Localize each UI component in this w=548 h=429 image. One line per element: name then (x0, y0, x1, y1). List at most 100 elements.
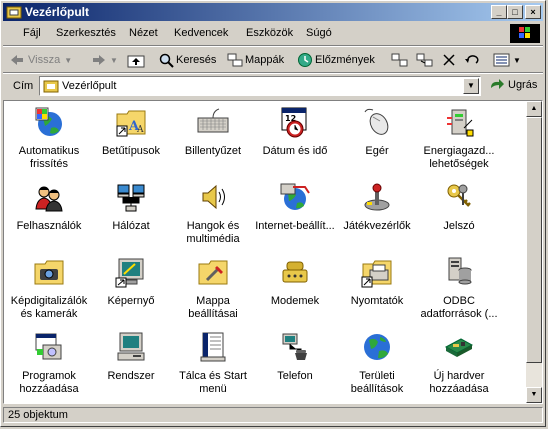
scroll-down-button[interactable]: ▼ (526, 387, 542, 403)
joystick-icon (364, 183, 390, 211)
forward-button[interactable]: ▼ (91, 51, 118, 69)
views-icon (493, 53, 510, 67)
undo-button[interactable] (464, 51, 480, 69)
item-label: Internet-beállít... (255, 220, 335, 232)
item-label: Hálózat (112, 220, 150, 232)
go-arrow-icon (491, 79, 504, 89)
item-system[interactable]: Rendszer (90, 331, 172, 383)
add-programs-icon (35, 333, 62, 360)
scroll-thumb[interactable] (526, 117, 542, 363)
window-title: Vezérlőpult (25, 5, 90, 19)
menu-favorites[interactable]: Kedvencek (174, 27, 228, 39)
folders-button[interactable]: Mappák (227, 51, 284, 69)
views-button[interactable]: ▼ (493, 51, 521, 69)
item-date-time[interactable]: 12 Dátum és idő (254, 106, 336, 158)
keys-icon (447, 184, 471, 207)
history-button[interactable]: Előzmények (297, 51, 375, 69)
go-label: Ugrás (508, 79, 538, 91)
address-input[interactable]: Vezérlőpult ▼ (39, 76, 481, 96)
undo-icon (465, 55, 479, 64)
globe-icon (364, 334, 390, 360)
move-to-icon (391, 53, 408, 67)
item-label: Energiagazd... lehetőségek (423, 145, 495, 170)
display-icon (115, 258, 144, 288)
folder-options-icon (198, 260, 228, 285)
item-scanners-cameras[interactable]: Képdigitalizálók és kamerák (8, 256, 90, 321)
explorer-window: Vezérlőpult _ □ × Fájl Szerkesztés Nézet… (0, 0, 546, 427)
network-icon (117, 184, 145, 212)
item-mouse[interactable]: Egér (336, 106, 418, 158)
control-panel-icon (6, 6, 22, 19)
minimize-button[interactable]: _ (491, 5, 507, 19)
item-users[interactable]: Felhasználók (8, 181, 90, 233)
item-label: Dátum és idő (262, 145, 328, 157)
item-display[interactable]: Képernyő (90, 256, 172, 308)
users-icon (35, 186, 63, 212)
vertical-scrollbar[interactable]: ▲ ▼ (526, 101, 542, 403)
item-label: Hangok és multimédia (186, 220, 240, 245)
back-arrow-icon (11, 55, 23, 65)
menu-help[interactable]: Súgó (306, 27, 332, 39)
menu-edit[interactable]: Szerkesztés (56, 27, 116, 39)
search-button[interactable]: Keresés (158, 51, 216, 69)
close-button[interactable]: × (525, 5, 541, 19)
item-telephony[interactable]: Telefon (254, 331, 336, 383)
item-regional-settings[interactable]: Területi beállítások (336, 331, 418, 396)
item-printers[interactable]: Nyomtatók (336, 256, 418, 308)
item-label: Játékvezérlők (343, 220, 411, 232)
item-add-programs[interactable]: Programok hozzáadása (8, 331, 90, 396)
item-label: Betűtípusok (101, 145, 161, 157)
item-network[interactable]: Hálózat (90, 181, 172, 233)
control-panel-folder-icon (43, 80, 59, 93)
automatic-update-icon (35, 107, 62, 136)
item-add-hardware[interactable]: Új hardver hozzáadása (418, 331, 500, 396)
address-bar: Cím Vezérlőpult ▼ Ugrás (3, 74, 543, 98)
address-dropdown-button[interactable]: ▼ (463, 78, 479, 94)
item-label: Területi beállítások (350, 370, 404, 395)
modem-icon (282, 261, 308, 283)
item-internet-options[interactable]: Internet-beállít... (254, 181, 336, 233)
copy-to-button[interactable] (416, 51, 434, 69)
maximize-button[interactable]: □ (507, 5, 523, 19)
item-label: Tálca és Start menü (179, 370, 247, 395)
item-label: Automatikus frissítés (18, 145, 80, 170)
back-label: Vissza (28, 54, 61, 66)
calendar-clock-icon: 12 (281, 107, 307, 138)
folder-up-icon (127, 55, 145, 68)
item-label: Új hardver hozzáadása (429, 370, 489, 395)
title-bar[interactable]: Vezérlőpult _ □ × (3, 3, 543, 21)
item-automatic-update[interactable]: Automatikus frissítés (8, 106, 90, 171)
history-icon (298, 53, 312, 67)
svg-text:A: A (136, 125, 144, 135)
scroll-up-button[interactable]: ▲ (526, 101, 542, 117)
item-power-options[interactable]: Energiagazd... lehetőségek (418, 106, 500, 171)
item-label: Mappa beállításai (188, 295, 238, 320)
item-label: ODBC adatforrások (... (420, 295, 498, 320)
menu-view[interactable]: Nézet (129, 27, 158, 39)
item-label: Billentyűzet (184, 145, 242, 157)
item-taskbar[interactable]: Tálca és Start menü (172, 331, 254, 396)
search-label: Keresés (176, 54, 217, 66)
delete-icon (443, 54, 455, 66)
go-button[interactable]: Ugrás (489, 78, 537, 92)
delete-button[interactable] (441, 51, 457, 69)
menu-tools[interactable]: Eszközök (246, 27, 293, 39)
back-button[interactable]: Vissza ▼ (9, 51, 72, 69)
item-modems[interactable]: Modemek (254, 256, 336, 308)
menu-file[interactable]: Fájl (23, 27, 41, 39)
printer-icon (361, 260, 392, 288)
up-button[interactable] (127, 51, 145, 69)
item-folder-options[interactable]: Mappa beállításai (172, 256, 254, 321)
item-game-controllers[interactable]: Játékvezérlők (336, 181, 418, 233)
telephony-icon (282, 333, 307, 360)
item-keyboard[interactable]: Billentyűzet (172, 106, 254, 158)
item-sounds[interactable]: Hangok és multimédia (172, 181, 254, 246)
item-label: Képernyő (107, 295, 155, 307)
move-to-button[interactable] (391, 51, 409, 69)
status-bar: 25 objektum (3, 406, 543, 424)
menu-bar: Fájl Szerkesztés Nézet Kedvencek Eszközö… (3, 23, 543, 43)
item-passwords[interactable]: Jelszó (418, 181, 500, 233)
keyboard-icon (197, 108, 229, 133)
item-fonts[interactable]: AA Betűtípusok (90, 106, 172, 158)
item-odbc[interactable]: ODBC adatforrások (... (418, 256, 500, 321)
